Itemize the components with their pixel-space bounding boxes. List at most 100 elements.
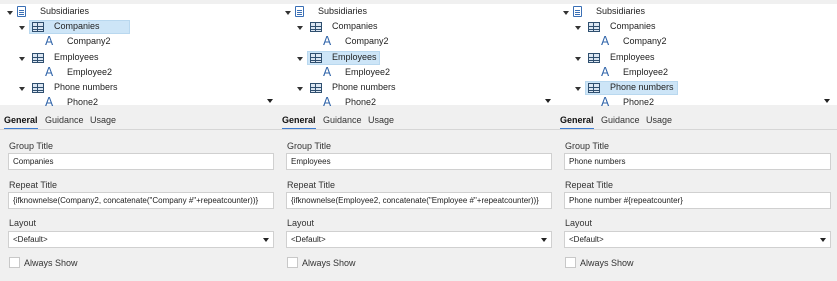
tab-usage[interactable]: Usage — [368, 112, 394, 130]
expand-arrow-icon[interactable] — [297, 57, 303, 61]
always-show-label[interactable]: Always Show — [580, 258, 634, 268]
group-title-field[interactable]: Employees — [286, 153, 552, 170]
group-title-label: Group Title — [287, 141, 332, 151]
repeat-group-icon — [588, 53, 600, 63]
tree-group-label[interactable]: Phone numbers — [54, 81, 118, 94]
tree-child-label[interactable]: Company2 — [623, 35, 667, 48]
tree-group-label[interactable]: Employees — [332, 51, 377, 64]
tree-child-label[interactable]: Phone2 — [67, 96, 98, 109]
always-show-label[interactable]: Always Show — [24, 258, 78, 268]
tree-group-label[interactable]: Companies — [332, 20, 378, 33]
text-field-icon: A — [323, 34, 332, 48]
tree-group-label[interactable]: Employees — [54, 51, 99, 64]
group-title-label: Group Title — [565, 141, 610, 151]
repeat-group-icon — [310, 22, 322, 32]
outline-tree[interactable]: Subsidiaries Companies A Company2 Employ… — [556, 4, 837, 109]
tree-root-label[interactable]: Subsidiaries — [40, 5, 89, 18]
tree-root-label[interactable]: Subsidiaries — [596, 5, 645, 18]
repeat-group-icon — [32, 83, 44, 93]
tree-child-label[interactable]: Employee2 — [67, 66, 112, 79]
tab-usage[interactable]: Usage — [90, 112, 116, 130]
expand-arrow-icon[interactable] — [575, 87, 581, 91]
expand-arrow-icon[interactable] — [575, 26, 581, 30]
layout-label: Layout — [287, 218, 315, 228]
editor-panel-companies: Subsidiaries Companies A Company2 Employ… — [0, 0, 278, 281]
expand-arrow-icon[interactable] — [285, 11, 291, 15]
repeat-title-field[interactable]: {ifknownelse(Employee2, concatenate("Emp… — [286, 192, 552, 209]
tab-general[interactable]: General — [4, 112, 38, 130]
tree-child-label[interactable]: Phone2 — [623, 96, 654, 109]
repeat-title-field[interactable]: {ifknownelse(Company2, concatenate("Comp… — [8, 192, 274, 209]
tab-guidance[interactable]: Guidance — [601, 112, 640, 130]
expand-arrow-icon[interactable] — [563, 11, 569, 15]
always-show-checkbox[interactable] — [287, 257, 298, 268]
tab-general[interactable]: General — [282, 112, 316, 130]
expand-arrow-icon[interactable] — [19, 87, 25, 91]
tree-group-label[interactable]: Phone numbers — [332, 81, 396, 94]
layout-label: Layout — [9, 218, 37, 228]
editor-panel-employees: Subsidiaries Companies A Company2 Employ… — [278, 0, 556, 281]
repeat-group-icon — [588, 83, 600, 93]
always-show-checkbox[interactable] — [9, 257, 20, 268]
tree-group-label[interactable]: Employees — [610, 51, 655, 64]
repeat-title-label: Repeat Title — [287, 180, 336, 190]
tab-divider — [278, 129, 556, 130]
expand-arrow-icon[interactable] — [7, 11, 13, 15]
tree-child-label[interactable]: Employee2 — [623, 66, 668, 79]
scroll-down-icon[interactable] — [545, 99, 551, 103]
repeat-title-label: Repeat Title — [9, 180, 58, 190]
layout-select[interactable]: <Default> — [286, 231, 552, 248]
layout-select[interactable]: <Default> — [564, 231, 831, 248]
scroll-down-icon[interactable] — [824, 99, 830, 103]
editor-panel-phone-numbers: Subsidiaries Companies A Company2 Employ… — [556, 0, 837, 281]
layout-label: Layout — [565, 218, 593, 228]
text-field-icon: A — [45, 95, 54, 109]
always-show-label[interactable]: Always Show — [302, 258, 356, 268]
text-field-icon: A — [323, 65, 332, 79]
text-field-icon: A — [45, 65, 54, 79]
tree-group-label[interactable]: Companies — [54, 20, 100, 33]
text-field-icon: A — [45, 34, 54, 48]
group-title-field[interactable]: Phone numbers — [564, 153, 831, 170]
outline-tree[interactable]: Subsidiaries Companies A Company2 Employ… — [278, 4, 556, 109]
expand-arrow-icon[interactable] — [297, 26, 303, 30]
repeat-group-icon — [588, 22, 600, 32]
expand-arrow-icon[interactable] — [575, 57, 581, 61]
tree-child-label[interactable]: Company2 — [345, 35, 389, 48]
document-icon — [573, 6, 582, 17]
chevron-down-icon[interactable] — [541, 238, 547, 242]
tree-child-label[interactable]: Company2 — [67, 35, 111, 48]
repeat-group-icon — [32, 22, 44, 32]
repeat-title-label: Repeat Title — [565, 180, 614, 190]
chevron-down-icon[interactable] — [820, 238, 826, 242]
outline-tree[interactable]: Subsidiaries Companies A Company2 Employ… — [0, 4, 278, 109]
tree-group-label[interactable]: Phone numbers — [610, 81, 674, 94]
tree-child-label[interactable]: Phone2 — [345, 96, 376, 109]
layout-select[interactable]: <Default> — [8, 231, 274, 248]
tab-divider — [556, 129, 837, 130]
repeat-group-icon — [32, 53, 44, 63]
tree-root-label[interactable]: Subsidiaries — [318, 5, 367, 18]
group-title-label: Group Title — [9, 141, 54, 151]
tab-usage[interactable]: Usage — [646, 112, 672, 130]
scroll-down-icon[interactable] — [267, 99, 273, 103]
repeat-title-field[interactable]: Phone number #{repeatcounter} — [564, 192, 831, 209]
expand-arrow-icon[interactable] — [297, 87, 303, 91]
tree-group-label[interactable]: Companies — [610, 20, 656, 33]
expand-arrow-icon[interactable] — [19, 57, 25, 61]
always-show-checkbox[interactable] — [565, 257, 576, 268]
tree-child-label[interactable]: Employee2 — [345, 66, 390, 79]
tab-general[interactable]: General — [560, 112, 594, 130]
expand-arrow-icon[interactable] — [19, 26, 25, 30]
group-title-field[interactable]: Companies — [8, 153, 274, 170]
chevron-down-icon[interactable] — [263, 238, 269, 242]
text-field-icon: A — [601, 65, 610, 79]
tab-guidance[interactable]: Guidance — [45, 112, 84, 130]
text-field-icon: A — [323, 95, 332, 109]
text-field-icon: A — [601, 34, 610, 48]
text-field-icon: A — [601, 95, 610, 109]
document-icon — [295, 6, 304, 17]
repeat-group-icon — [310, 83, 322, 93]
tab-guidance[interactable]: Guidance — [323, 112, 362, 130]
document-icon — [17, 6, 26, 17]
